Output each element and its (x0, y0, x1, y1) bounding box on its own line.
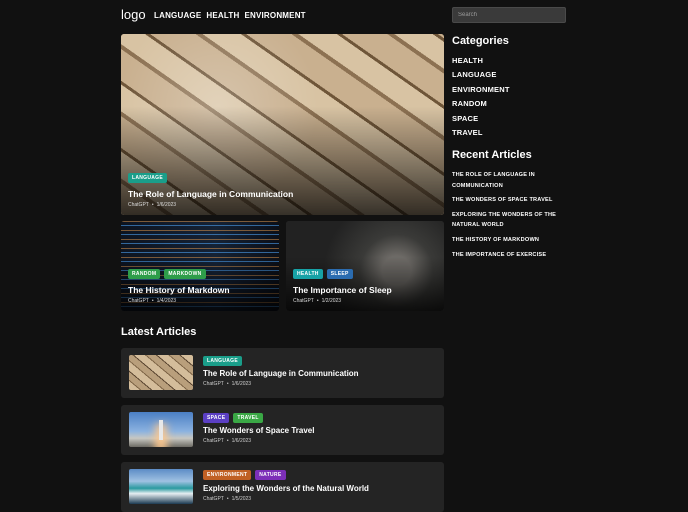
article-thumbnail (129, 355, 193, 390)
search-input[interactable] (452, 7, 566, 23)
recent-article-link[interactable]: THE WONDERS OF SPACE TRAVEL (452, 195, 568, 206)
recent-article-link[interactable]: THE ROLE OF LANGUAGE IN COMMUNICATION (452, 170, 568, 191)
recent-articles-list: THE ROLE OF LANGUAGE IN COMMUNICATION TH… (452, 170, 568, 264)
logo[interactable]: logo (121, 7, 146, 22)
article-meta: ChatGPT • 1/5/2023 (203, 496, 252, 502)
nav-link-language[interactable]: LANGUAGE (154, 11, 201, 20)
tag-language[interactable]: LANGUAGE (203, 356, 243, 366)
recent-articles-heading: Recent Articles (452, 149, 532, 161)
tag-sleep[interactable]: SLEEP (326, 269, 353, 279)
article-meta: ChatGPT • 1/2/2023 (293, 298, 342, 304)
recent-article-link[interactable]: THE HISTORY OF MARKDOWN (452, 235, 568, 246)
nav-link-health[interactable]: HEALTH (206, 11, 239, 20)
list-item[interactable]: LANGUAGE The Role of Language in Communi… (121, 348, 444, 398)
featured-article-main[interactable]: LANGUAGE The Role of Language in Communi… (121, 34, 444, 215)
article-title[interactable]: Exploring the Wonders of the Natural Wor… (203, 484, 369, 493)
article-meta: ChatGPT • 1/6/2023 (203, 381, 252, 387)
tag-travel[interactable]: TRAVEL (233, 413, 263, 423)
category-language[interactable]: LANGUAGE (452, 69, 510, 83)
article-title[interactable]: The Role of Language in Communication (203, 369, 359, 378)
tag-markdown[interactable]: MARKDOWN (164, 269, 206, 279)
article-title[interactable]: The Role of Language in Communication (128, 189, 437, 199)
tag-environment[interactable]: ENVIRONMENT (203, 470, 252, 480)
recent-article-link[interactable]: EXPLORING THE WONDERS OF THE NATURAL WOR… (452, 210, 568, 231)
categories-heading: Categories (452, 35, 509, 47)
category-health[interactable]: HEALTH (452, 55, 510, 69)
category-space[interactable]: SPACE (452, 113, 510, 127)
nav-link-environment[interactable]: ENVIRONMENT (244, 11, 305, 20)
article-thumbnail (129, 412, 193, 447)
tag-nature[interactable]: NATURE (255, 470, 286, 480)
list-item[interactable]: ENVIRONMENT NATURE Exploring the Wonders… (121, 462, 444, 512)
article-meta: ChatGPT • 1/4/2023 (128, 298, 177, 304)
latest-articles-heading: Latest Articles (121, 326, 197, 338)
category-travel[interactable]: TRAVEL (452, 127, 510, 141)
article-title[interactable]: The History of Markdown (128, 285, 272, 295)
recent-article-link[interactable]: THE IMPORTANCE OF EXERCISE (452, 250, 568, 261)
category-environment[interactable]: ENVIRONMENT (452, 84, 510, 98)
category-random[interactable]: RANDOM (452, 98, 510, 112)
article-meta: ChatGPT • 1/6/2023 (128, 202, 177, 208)
tag-health[interactable]: HEALTH (293, 269, 323, 279)
featured-article-right[interactable]: HEALTH SLEEP The Importance of Sleep Cha… (286, 221, 444, 311)
featured-article-left[interactable]: RANDOM MARKDOWN The History of Markdown … (121, 221, 279, 311)
article-meta: ChatGPT • 1/6/2023 (203, 438, 252, 444)
tag-random[interactable]: RANDOM (128, 269, 161, 279)
categories-list: HEALTH LANGUAGE ENVIRONMENT RANDOM SPACE… (452, 55, 510, 141)
article-title[interactable]: The Wonders of Space Travel (203, 426, 314, 435)
article-thumbnail (129, 469, 193, 504)
list-item[interactable]: SPACE TRAVEL The Wonders of Space Travel… (121, 405, 444, 455)
tag-space[interactable]: SPACE (203, 413, 230, 423)
article-title[interactable]: The Importance of Sleep (293, 285, 437, 295)
main-nav: LANGUAGE HEALTH ENVIRONMENT (154, 11, 306, 20)
tag-language[interactable]: LANGUAGE (128, 173, 168, 183)
